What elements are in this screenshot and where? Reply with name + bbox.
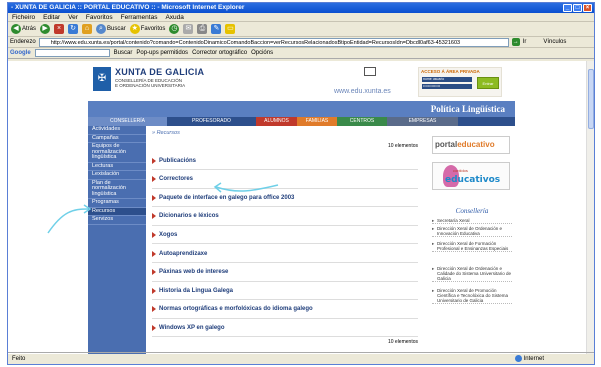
address-input[interactable]: http://www.edu.xunta.es/portal/contenido… [38,37,509,47]
links-label[interactable]: Vínculos [543,39,566,45]
back-button[interactable]: ◀ Atrás [11,24,36,34]
menu-editar[interactable]: Editar [43,13,60,21]
address-label: Enderezo [10,39,36,45]
menu-bar: Ficheiro Editar Ver Favoritos Ferramenta… [8,13,594,22]
google-search-button[interactable]: Buscar [114,50,133,56]
search-button[interactable]: ⌕ Buscar [96,24,126,34]
toolbar: ◀ Atrás ▶ × ↻ ⌂ ⌕ Buscar ★ Favoritos ◷ ✉ ⎙ … [8,22,594,37]
mail-button[interactable]: ✉ [183,24,194,34]
globe-icon [514,355,522,362]
folder-button[interactable]: ▭ [225,24,236,34]
google-logo[interactable]: Google [10,50,31,56]
browser-window: - XUNTA DE GALICIA :: PORTAL EDUCATIVO :… [7,2,595,365]
forward-button[interactable]: ▶ [40,24,51,34]
zone-label: Internet [523,355,544,362]
page-content: ✠ XUNTA DE GALICIA CONSELLERÍA DE EDUCAC… [8,61,588,354]
google-toolbar: Google Buscar Pop-ups permitidos Correct… [8,48,594,59]
stop-button[interactable]: × [54,24,65,34]
back-arrow-icon: ◀ [11,24,21,34]
close-button[interactable]: × [583,4,592,12]
history-button[interactable]: ◷ [169,24,180,34]
home-button[interactable]: ⌂ [82,24,93,34]
search-icon: ⌕ [96,24,107,34]
edit-button[interactable]: ✎ [211,24,222,34]
address-url: http://www.edu.xunta.es/portal/contenido… [50,39,461,46]
menu-ver[interactable]: Ver [68,13,78,21]
print-button[interactable]: ⎙ [197,24,208,34]
status-bar: Feito Internet [8,352,594,364]
refresh-button[interactable]: ↻ [68,24,79,34]
minimize-button[interactable]: _ [563,4,572,12]
status-text: Feito [12,355,26,362]
go-arrow-icon[interactable]: → [511,38,520,46]
menu-ficheiro[interactable]: Ficheiro [12,13,35,21]
maximize-button[interactable]: □ [573,4,582,12]
vertical-scrollbar[interactable] [586,61,594,354]
annotation-arrows [47,182,279,234]
spellcheck-button[interactable]: Corrector ortográfico [192,50,247,56]
menu-favoritos[interactable]: Favoritos [86,13,113,21]
address-bar: Enderezo http://www.edu.xunta.es/portal/… [8,37,594,48]
go-button[interactable]: Ir [523,39,527,45]
google-search-input[interactable] [34,49,110,57]
options-button[interactable]: Opcións [251,50,273,56]
menu-axuda[interactable]: Axuda [165,13,183,21]
title-bar: - XUNTA DE GALICIA :: PORTAL EDUCATIVO :… [8,3,594,13]
window-title: - XUNTA DE GALICIA :: PORTAL EDUCATIVO :… [11,4,245,11]
popups-button[interactable]: Pop-ups permitidos [136,50,188,56]
menu-ferramentas[interactable]: Ferramentas [121,13,158,21]
star-icon: ★ [129,24,140,34]
scroll-thumb[interactable] [588,69,594,129]
favorites-button[interactable]: ★ Favoritos [129,24,165,34]
